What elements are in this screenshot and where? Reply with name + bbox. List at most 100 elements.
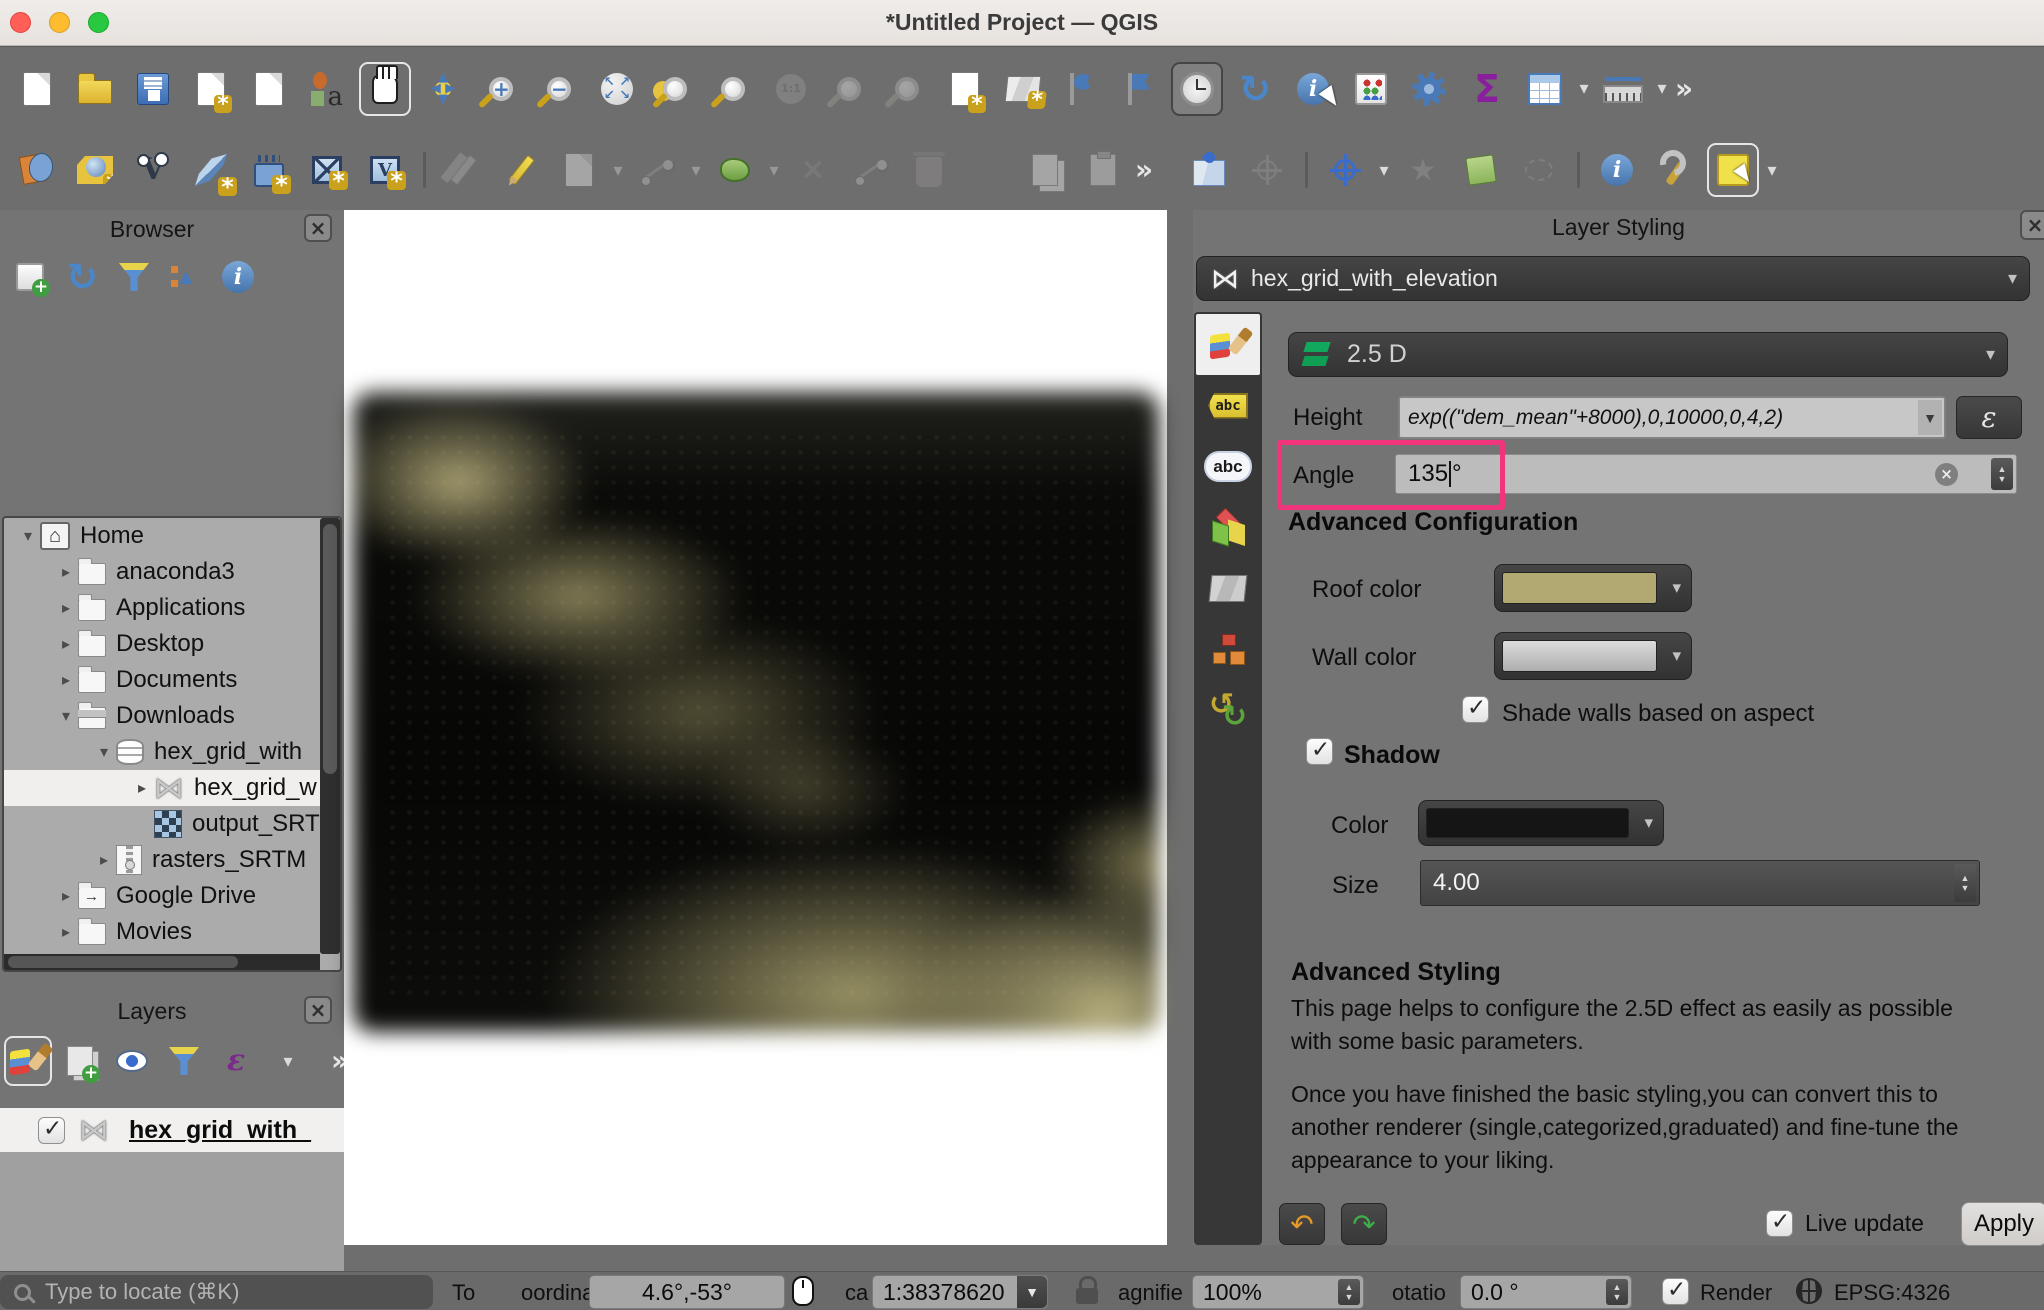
expand-arrow-icon[interactable] bbox=[92, 850, 116, 870]
shadow-checkbox[interactable] bbox=[1306, 738, 1333, 765]
render-checkbox[interactable] bbox=[1662, 1278, 1689, 1305]
options-wrench-icon[interactable] bbox=[1649, 143, 1701, 197]
tab-masks[interactable] bbox=[1196, 436, 1260, 497]
size-stepper[interactable] bbox=[1954, 864, 1976, 902]
save-project-icon[interactable] bbox=[127, 62, 179, 116]
angle-stepper[interactable] bbox=[1991, 458, 2013, 490]
expand-arrow-icon[interactable] bbox=[130, 778, 154, 798]
coordinate-input[interactable]: 4.6°,-53° bbox=[589, 1275, 785, 1309]
annotation-crosshair-icon[interactable] bbox=[1241, 143, 1293, 197]
add-mesh-layer-icon[interactable] bbox=[243, 143, 295, 197]
layout-manager-icon[interactable] bbox=[243, 62, 295, 116]
layers-close-icon[interactable]: × bbox=[304, 996, 332, 1024]
shadow-color-button[interactable]: ▾ bbox=[1418, 800, 1664, 846]
show-bookmarks-icon[interactable] bbox=[1113, 62, 1165, 116]
filter-legend-icon[interactable] bbox=[160, 1036, 208, 1086]
lasso-select-icon[interactable] bbox=[1513, 143, 1565, 197]
add-raster-layer-icon[interactable] bbox=[301, 143, 353, 197]
new-print-layout-icon[interactable] bbox=[185, 62, 237, 116]
measure-icon[interactable] bbox=[1597, 62, 1649, 116]
zoom-full-icon[interactable] bbox=[591, 62, 643, 116]
toolbar-overflow-icon[interactable] bbox=[1675, 62, 1689, 116]
expand-arrow-icon[interactable] bbox=[54, 886, 78, 906]
tab-history[interactable] bbox=[1196, 680, 1260, 741]
layer-styling-close-icon[interactable]: × bbox=[2020, 210, 2044, 240]
new-bookmark-icon[interactable] bbox=[1055, 62, 1107, 116]
metadata-info-icon[interactable] bbox=[1591, 143, 1643, 197]
zoom-native-icon[interactable] bbox=[765, 62, 817, 116]
tree-item-home[interactable]: Home bbox=[4, 518, 340, 554]
tree-item-applications[interactable]: Applications bbox=[4, 590, 340, 626]
tree-item-output-srtm[interactable]: output_SRTM bbox=[4, 806, 340, 842]
tree-item-downloads[interactable]: Downloads bbox=[4, 698, 340, 734]
select-by-rectangle-icon[interactable] bbox=[1707, 143, 1759, 197]
layer-selector-dropdown[interactable]: hex_grid_with_elevation ▾ bbox=[1196, 256, 2030, 301]
crs-globe-icon[interactable] bbox=[1796, 1278, 1822, 1304]
sticky-notes-icon[interactable] bbox=[1455, 143, 1507, 197]
height-expression-field[interactable]: exp(("dem_mean"+8000),0,10000,0,4,2) ▼ bbox=[1398, 396, 1946, 439]
wall-color-button[interactable]: ▾ bbox=[1494, 632, 1692, 680]
add-vector-layer-icon[interactable] bbox=[69, 143, 121, 197]
vertex-tool-icon[interactable] bbox=[787, 143, 839, 197]
zoom-out-icon[interactable] bbox=[533, 62, 585, 116]
open-layer-styling-icon[interactable] bbox=[4, 1036, 52, 1086]
tree-item-movies[interactable]: Movies bbox=[4, 914, 340, 950]
tree-item-google-drive[interactable]: Google Drive bbox=[4, 878, 340, 914]
chevron-down-icon[interactable]: ▼ bbox=[1918, 400, 1942, 435]
browser-properties-icon[interactable] bbox=[214, 252, 262, 302]
shade-walls-checkbox[interactable] bbox=[1462, 696, 1489, 723]
attribute-table-dropdown-icon[interactable] bbox=[1577, 62, 1591, 116]
refresh-map-icon[interactable] bbox=[1229, 62, 1281, 116]
undo-button[interactable]: ↶ bbox=[1279, 1203, 1325, 1245]
toggle-editing-icon[interactable] bbox=[495, 143, 547, 197]
browser-vertical-scrollbar[interactable] bbox=[320, 518, 340, 954]
expand-arrow-icon[interactable] bbox=[54, 670, 78, 690]
map-canvas[interactable] bbox=[344, 210, 1167, 1245]
add-line-feature-icon[interactable] bbox=[631, 143, 683, 197]
delete-selected-icon[interactable] bbox=[903, 143, 955, 197]
add-feature-dropdown-icon[interactable] bbox=[689, 143, 703, 197]
tree-item-hex-grid-layer[interactable]: hex_grid_w bbox=[4, 770, 340, 806]
expand-arrow-icon[interactable] bbox=[92, 742, 116, 762]
magnifier-spinbox[interactable]: 100% bbox=[1192, 1275, 1364, 1309]
style-manager-icon[interactable] bbox=[301, 62, 353, 116]
locate-search-input[interactable]: Type to locate (⌘K) bbox=[0, 1275, 433, 1309]
expand-arrow-icon[interactable] bbox=[54, 634, 78, 654]
zoom-to-selection-icon[interactable] bbox=[707, 62, 759, 116]
temporal-controller-icon[interactable] bbox=[1171, 62, 1223, 116]
data-source-manager-icon[interactable] bbox=[11, 143, 63, 197]
pan-map-icon[interactable] bbox=[359, 62, 411, 116]
pan-to-selection-icon[interactable] bbox=[417, 62, 469, 116]
new-project-icon[interactable] bbox=[11, 62, 63, 116]
new-map-annotation-icon[interactable] bbox=[1183, 143, 1235, 197]
expression-builder-button[interactable] bbox=[1956, 396, 2022, 439]
scrollbar-thumb[interactable] bbox=[8, 956, 238, 968]
rotation-spinbox[interactable]: 0.0 ° bbox=[1460, 1275, 1632, 1309]
redo-button[interactable]: ↷ bbox=[1341, 1203, 1387, 1245]
attribute-table-icon[interactable] bbox=[1519, 62, 1571, 116]
new-3d-map-view-icon[interactable] bbox=[997, 62, 1049, 116]
browser-collapse-all-icon[interactable] bbox=[162, 252, 210, 302]
open-project-icon[interactable] bbox=[69, 62, 121, 116]
browser-filter-icon[interactable] bbox=[110, 252, 158, 302]
processing-toolbox-icon[interactable] bbox=[1403, 62, 1455, 116]
roof-color-button[interactable]: ▾ bbox=[1494, 564, 1692, 612]
manage-visibility-icon[interactable] bbox=[108, 1036, 156, 1086]
select-dropdown-icon[interactable] bbox=[1765, 143, 1779, 197]
browser-refresh-icon[interactable] bbox=[58, 252, 106, 302]
filter-by-expression-icon[interactable] bbox=[212, 1036, 260, 1086]
expand-arrow-icon[interactable] bbox=[54, 562, 78, 582]
clear-field-icon[interactable]: × bbox=[1935, 463, 1958, 486]
tree-item-documents[interactable]: Documents bbox=[4, 662, 340, 698]
zoom-to-layer-icon[interactable] bbox=[649, 62, 701, 116]
add-point-cloud-layer-icon[interactable] bbox=[127, 143, 179, 197]
rotation-stepper[interactable] bbox=[1606, 1279, 1628, 1305]
measure-dropdown-icon[interactable] bbox=[1655, 62, 1669, 116]
expand-arrow-icon[interactable] bbox=[16, 526, 40, 546]
show-statistical-summary-icon[interactable] bbox=[1461, 62, 1513, 116]
copy-features-icon[interactable] bbox=[1019, 143, 1071, 197]
paste-features-icon[interactable] bbox=[1077, 143, 1129, 197]
add-virtual-layer-icon[interactable] bbox=[359, 143, 411, 197]
layers-caret-icon[interactable] bbox=[264, 1036, 312, 1086]
zoom-last-icon[interactable] bbox=[823, 62, 875, 116]
